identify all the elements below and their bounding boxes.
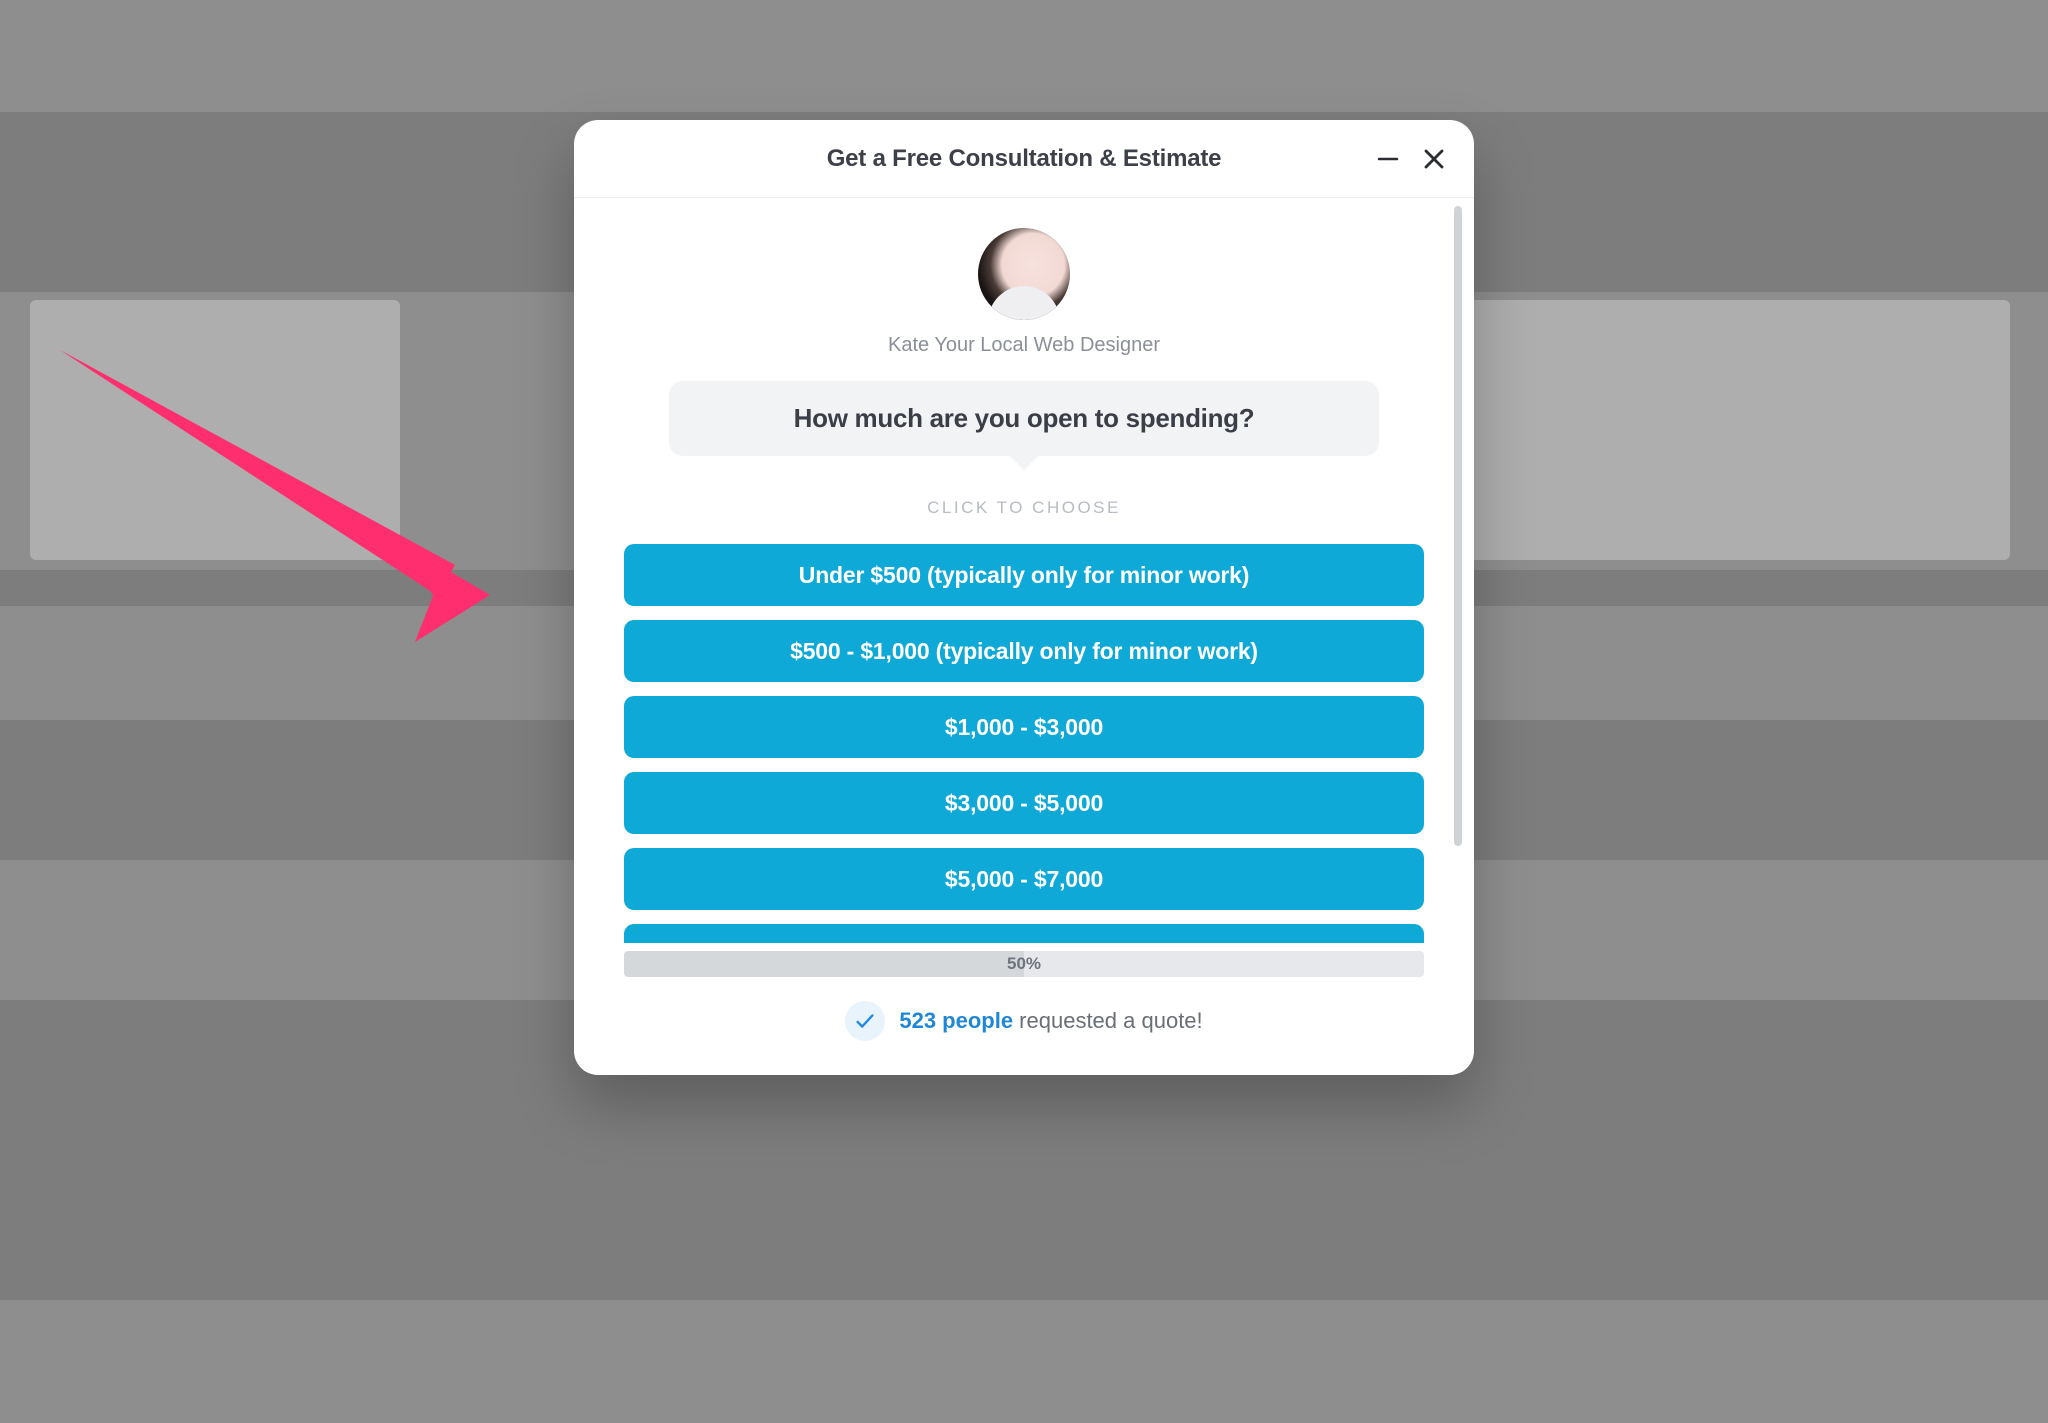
budget-option-500-1000[interactable]: $500 - $1,000 (typically only for minor … (624, 620, 1424, 682)
persona-avatar (978, 228, 1070, 320)
social-proof-text: 523 people requested a quote! (899, 1008, 1202, 1034)
modal-title: Get a Free Consultation & Estimate (827, 145, 1222, 173)
question-bubble: How much are you open to spending? (669, 381, 1379, 456)
background-card (1420, 300, 2010, 560)
avatar-wrap (624, 228, 1424, 320)
minimize-button[interactable] (1374, 145, 1402, 173)
modal-header: Get a Free Consultation & Estimate (574, 120, 1474, 198)
close-button[interactable] (1420, 145, 1448, 173)
modal-body: Kate Your Local Web Designer How much ar… (574, 198, 1474, 943)
social-proof-suffix: requested a quote! (1013, 1008, 1203, 1033)
progress-bar: 50% (624, 951, 1424, 977)
social-proof-row: 523 people requested a quote! (624, 1001, 1424, 1041)
option-label: $3,000 - $5,000 (945, 790, 1103, 817)
option-label: $500 - $1,000 (typically only for minor … (790, 638, 1258, 665)
budget-option-under-500[interactable]: Under $500 (typically only for minor wor… (624, 544, 1424, 606)
option-label: $1,000 - $3,000 (945, 714, 1103, 741)
modal-footer: 50% 523 people requested a quote! (574, 951, 1474, 1075)
choose-hint: CLICK TO CHOOSE (624, 498, 1424, 518)
budget-option-7000-10000[interactable]: $7,000 - $10,000 (624, 924, 1424, 943)
budget-option-1000-3000[interactable]: $1,000 - $3,000 (624, 696, 1424, 758)
options-list: Under $500 (typically only for minor wor… (624, 544, 1424, 943)
budget-option-3000-5000[interactable]: $3,000 - $5,000 (624, 772, 1424, 834)
option-label: $5,000 - $7,000 (945, 866, 1103, 893)
social-proof-count: 523 people (899, 1008, 1013, 1033)
check-badge (845, 1001, 885, 1041)
check-icon (854, 1010, 876, 1032)
minimize-icon (1376, 147, 1400, 171)
budget-option-5000-7000[interactable]: $5,000 - $7,000 (624, 848, 1424, 910)
close-icon (1423, 148, 1445, 170)
option-label: Under $500 (typically only for minor wor… (799, 562, 1249, 589)
modal-header-actions (1374, 120, 1448, 197)
persona-label: Kate Your Local Web Designer (624, 334, 1424, 357)
progress-label: 50% (624, 951, 1424, 977)
background-card (30, 300, 400, 560)
consultation-modal: Get a Free Consultation & Estimate Kate … (574, 120, 1474, 1075)
